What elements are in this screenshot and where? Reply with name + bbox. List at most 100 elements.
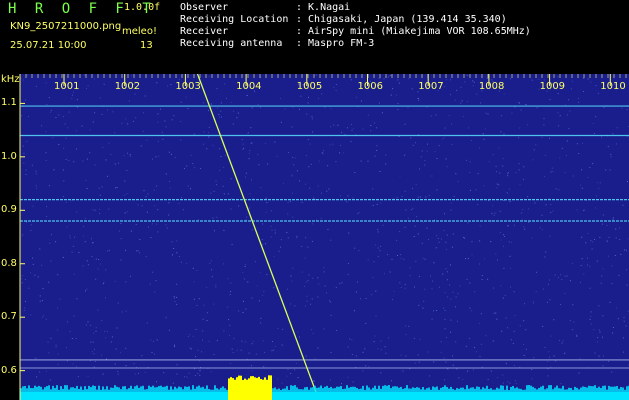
- baseline-spike: [278, 388, 280, 392]
- baseline-spike: [366, 385, 368, 392]
- baseline-spike: [550, 385, 552, 392]
- baseline-spike: [344, 388, 346, 392]
- y-tick-label: 0.7: [1, 311, 17, 323]
- baseline-spike: [526, 385, 528, 392]
- baseline-spike: [206, 385, 208, 392]
- baseline-spike: [32, 388, 34, 392]
- baseline-spike: [522, 389, 524, 392]
- baseline-spike: [116, 386, 118, 392]
- baseline-spike: [568, 387, 570, 392]
- baseline-spike: [46, 386, 48, 392]
- baseline-spike: [598, 386, 600, 392]
- baseline-spike: [326, 385, 328, 392]
- baseline-spike: [538, 388, 540, 392]
- baseline-spike: [388, 385, 390, 392]
- baseline-spike: [80, 386, 82, 392]
- baseline-spike: [446, 387, 448, 392]
- baseline-spike: [44, 387, 46, 392]
- baseline-spike: [548, 385, 550, 392]
- baseline-spike: [84, 386, 86, 392]
- baseline-spike: [372, 387, 374, 392]
- baseline-spike: [100, 389, 102, 392]
- baseline-spike: [218, 389, 220, 392]
- baseline-spike: [66, 385, 68, 392]
- baseline-spike: [136, 385, 138, 392]
- baseline-spike: [274, 387, 276, 392]
- baseline-spike: [74, 388, 76, 392]
- y-tick-label: 0.9: [1, 204, 17, 216]
- baseline-spike: [574, 386, 576, 392]
- baseline-spike: [464, 389, 466, 392]
- baseline-spike: [520, 388, 522, 392]
- baseline-spike: [210, 389, 212, 392]
- baseline-spike: [594, 385, 596, 392]
- baseline-spike: [56, 385, 58, 392]
- baseline-spike: [168, 389, 170, 392]
- baseline-spike: [452, 389, 454, 392]
- baseline-spike: [566, 389, 568, 392]
- baseline-spike: [222, 386, 224, 392]
- baseline-spike: [196, 386, 198, 392]
- baseline-spike: [432, 386, 434, 392]
- baseline-spike: [506, 385, 508, 392]
- baseline-spike: [602, 385, 604, 392]
- baseline-spike: [182, 389, 184, 392]
- baseline-strip: [20, 392, 629, 400]
- y-tick-label: 1.1: [1, 97, 17, 109]
- baseline-spike: [302, 389, 304, 392]
- baseline-spike: [140, 386, 142, 392]
- baseline-spike: [562, 385, 564, 392]
- baseline-spike: [500, 385, 502, 392]
- baseline-spike: [308, 389, 310, 392]
- baseline-spike: [588, 385, 590, 392]
- baseline-spike: [226, 389, 228, 392]
- x-tick-label: 1010: [600, 81, 626, 92]
- baseline-spike: [150, 386, 152, 392]
- baseline-spike: [96, 389, 98, 392]
- spectrogram-plot: [19, 74, 629, 400]
- y-tick-label: 1.0: [1, 150, 17, 162]
- baseline-spike: [68, 389, 70, 392]
- baseline-spike: [316, 387, 318, 392]
- baseline-spike: [28, 385, 30, 392]
- version-label: 1.0.0f: [124, 2, 161, 13]
- baseline-spike: [214, 385, 216, 392]
- burst-spike: [262, 379, 264, 382]
- baseline-spike: [338, 386, 340, 392]
- burst-spike: [230, 377, 232, 382]
- x-tick-label: 1003: [175, 81, 201, 92]
- baseline-spike: [276, 389, 278, 392]
- baseline-spike: [472, 387, 474, 392]
- baseline-spike: [148, 385, 150, 392]
- baseline-spike: [528, 385, 530, 392]
- baseline-spike: [142, 385, 144, 392]
- baseline-spike: [458, 388, 460, 392]
- baseline-spike: [288, 389, 290, 392]
- baseline-spike: [156, 387, 158, 392]
- baseline-spike: [108, 389, 110, 392]
- baseline-spike: [22, 386, 24, 392]
- baseline-spike: [400, 386, 402, 392]
- observer-label: Observer: [180, 2, 229, 13]
- baseline-spike: [152, 385, 154, 392]
- baseline-spike: [576, 387, 578, 392]
- baseline-spike: [180, 387, 182, 392]
- y-tick-label: 0.6: [1, 364, 17, 376]
- x-tick-label: 1006: [357, 81, 383, 92]
- baseline-spike: [474, 388, 476, 392]
- baseline-spike: [516, 387, 518, 392]
- baseline-spike: [384, 385, 386, 392]
- baseline-spike: [352, 386, 354, 392]
- baseline-spike: [62, 388, 64, 392]
- burst-spike: [238, 375, 240, 382]
- baseline-spike: [286, 386, 288, 392]
- baseline-spike: [320, 385, 322, 392]
- baseline-spike: [60, 386, 62, 392]
- baseline-spike: [318, 387, 320, 392]
- baseline-spike: [178, 386, 180, 392]
- baseline-spike: [292, 385, 294, 392]
- baseline-spike: [610, 386, 612, 392]
- baseline-spike: [88, 385, 90, 392]
- baseline-spike: [64, 385, 66, 392]
- baseline-spike: [200, 387, 202, 392]
